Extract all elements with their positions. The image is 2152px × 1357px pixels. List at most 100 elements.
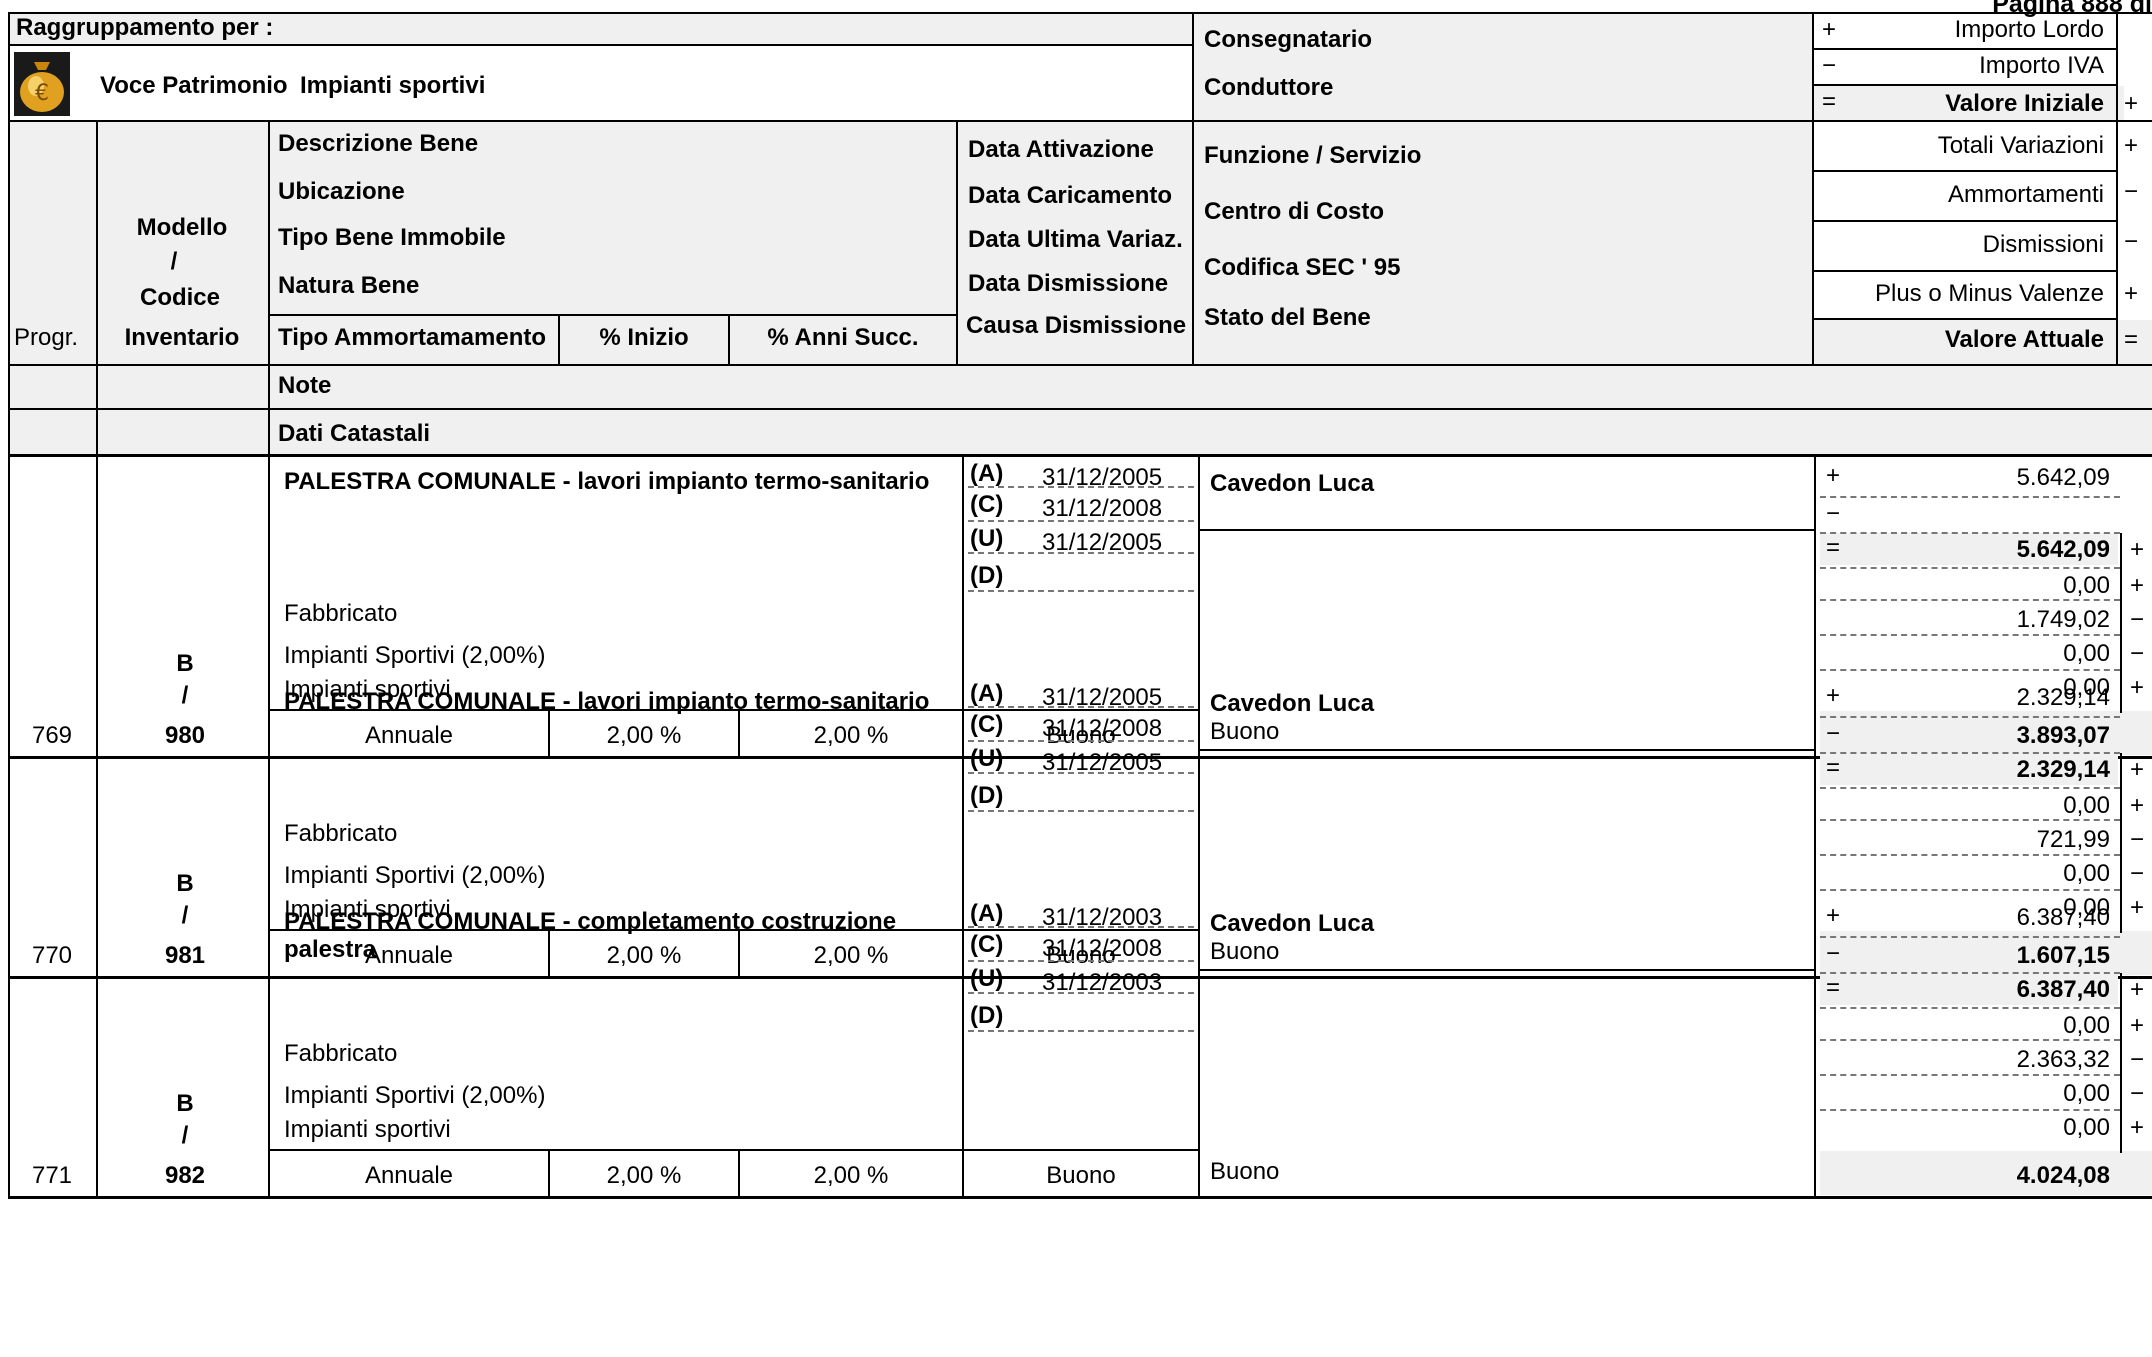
slash-value: /: [181, 1122, 189, 1149]
stato-value: Buono: [1210, 1158, 1280, 1185]
date-code-c: (C): [970, 931, 1004, 958]
model-value: B: [176, 870, 194, 897]
ubicazione-header: Ubicazione: [278, 178, 405, 205]
tipo-bene-header: Tipo Bene Immobile: [278, 224, 506, 251]
model-value: B: [176, 1090, 194, 1117]
totali-variazioni-label: Totali Variazioni: [1937, 132, 2104, 159]
date-ultima: 31/12/2005: [1042, 529, 1163, 556]
progr-value: 771: [31, 1162, 73, 1189]
note-header: Note: [278, 372, 332, 399]
equals-sign: =: [1822, 88, 1837, 115]
minus-sign: −: [1826, 500, 1841, 527]
grouping-label: Raggruppamento per :: [16, 14, 274, 41]
modello-header: Modello: [136, 214, 228, 241]
descrizione-bene-header: Descrizione Bene: [278, 130, 479, 157]
description-text: PALESTRA COMUNALE - lavori impianto term…: [284, 688, 930, 715]
dati-catastali-header: Dati Catastali: [278, 420, 431, 447]
date-code-a: (A): [970, 900, 1004, 927]
dismissioni-label: Dismissioni: [1982, 231, 2104, 258]
valore-attuale-label: Valore Attuale: [1944, 326, 2104, 353]
ammortamenti-value: 2.363,32: [2016, 1046, 2110, 1073]
causa-value: Buono: [1046, 1162, 1116, 1189]
plus-sign: +: [2130, 756, 2145, 783]
variazioni-value: 0,00: [2063, 1012, 2110, 1039]
minus-sign: −: [2130, 860, 2145, 887]
date-code-c: (C): [970, 711, 1004, 738]
date-code-a: (A): [970, 680, 1004, 707]
valore-iniziale-value: 6.387,40: [2016, 976, 2110, 1003]
anni-value: 2,00 %: [813, 1162, 889, 1189]
plus-sign: +: [2130, 792, 2145, 819]
importo-iva-label: Importo IVA: [1979, 52, 2104, 79]
date-code-d: (D): [970, 1002, 1004, 1029]
date-code-d: (D): [970, 562, 1004, 589]
date-code-a: (A): [970, 460, 1004, 487]
ammortamenti-label: Ammortamenti: [1947, 181, 2104, 208]
consegnatario-label: Consegnatario: [1204, 26, 1373, 53]
date-caricamento: 31/12/2008: [1042, 935, 1163, 962]
consegnatario-value: Cavedon Luca: [1210, 470, 1375, 497]
minus-sign: −: [2130, 826, 2145, 853]
minus-sign: −: [2130, 606, 2145, 633]
inventario-header: Inventario: [124, 324, 240, 351]
importo-lordo-value: 2.329,14: [2016, 684, 2110, 711]
natura-bene-header: Natura Bene: [278, 272, 420, 299]
date-attivazione: 31/12/2005: [1042, 684, 1163, 711]
consegnatario-value: Cavedon Luca: [1210, 690, 1375, 717]
date-code-d: (D): [970, 782, 1004, 809]
centro-costo-header: Centro di Costo: [1204, 198, 1384, 225]
date-attivazione: 31/12/2003: [1042, 904, 1163, 931]
date-caricamento: 31/12/2008: [1042, 495, 1163, 522]
inizio-value: 2,00 %: [606, 1162, 682, 1189]
ammortamenti-value: 721,99: [2036, 826, 2110, 853]
valore-attuale-value: 4.024,08: [2016, 1162, 2110, 1189]
plus-sign: +: [2130, 572, 2145, 599]
dismissioni-value: 0,00: [2063, 1080, 2110, 1107]
plus-minus-label: Plus o Minus Valenze: [1874, 280, 2104, 307]
date-code-u: (U): [970, 965, 1004, 992]
equals-sign: =: [1826, 754, 1841, 781]
data-caricamento-header: Data Caricamento: [968, 182, 1173, 209]
minus-sign: −: [1826, 720, 1841, 747]
tipo-bene-text: Fabbricato: [284, 600, 398, 627]
minus-sign: −: [1822, 52, 1837, 79]
dismissioni-value: 0,00: [2063, 640, 2110, 667]
variazioni-value: 0,00: [2063, 572, 2110, 599]
plus-sign: +: [2124, 90, 2139, 117]
importo-lordo-label: Importo Lordo: [1954, 16, 2104, 43]
ammortamenti-value: 1.749,02: [2016, 606, 2110, 633]
perc-anni-header: % Anni Succ.: [767, 324, 919, 351]
plus-sign: +: [2130, 976, 2145, 1003]
equals-sign: =: [1826, 534, 1841, 561]
minus-sign: −: [1826, 940, 1841, 967]
date-ultima: 31/12/2003: [1042, 969, 1163, 996]
date-code-u: (U): [970, 745, 1004, 772]
plus-sign: +: [1822, 16, 1837, 43]
dismissioni-value: 0,00: [2063, 860, 2110, 887]
data-attivazione-header: Data Attivazione: [968, 136, 1154, 163]
codifica-sec-header: Codifica SEC ' 95: [1204, 254, 1401, 281]
natura-2-text: Impianti sportivi: [284, 1116, 451, 1143]
voce-patrimonio-value: Impianti sportivi: [300, 72, 486, 99]
plusminus-value: 0,00: [2063, 1114, 2110, 1141]
model-value: B: [176, 650, 194, 677]
description-text: PALESTRA COMUNALE - lavori impianto term…: [284, 468, 930, 495]
data-ultima-header: Data Ultima Variaz.: [968, 226, 1183, 253]
equals-sign: =: [2124, 326, 2139, 353]
conduttore-label: Conduttore: [1204, 74, 1334, 101]
perc-inizio-header: % Inizio: [599, 324, 689, 351]
minus-sign: −: [2130, 1080, 2145, 1107]
date-caricamento: 31/12/2008: [1042, 715, 1163, 742]
date-code-u: (U): [970, 525, 1004, 552]
natura-text: Impianti Sportivi (2,00%): [284, 642, 546, 669]
record-row: PALESTRA COMUNALE - completamento costru…: [0, 896, 2152, 1199]
minus-sign: −: [2130, 640, 2145, 667]
funzione-servizio-header: Funzione / Servizio: [1204, 142, 1422, 169]
date-ultima: 31/12/2005: [1042, 749, 1163, 776]
valore-iniziale-label: Valore Iniziale: [1945, 90, 2104, 117]
natura-text: Impianti Sportivi (2,00%): [284, 862, 546, 889]
voce-patrimonio-label: Voce Patrimonio: [100, 72, 288, 99]
plus-sign: +: [2130, 536, 2145, 563]
natura-text: Impianti Sportivi (2,00%): [284, 1082, 546, 1109]
variazioni-value: 0,00: [2063, 792, 2110, 819]
